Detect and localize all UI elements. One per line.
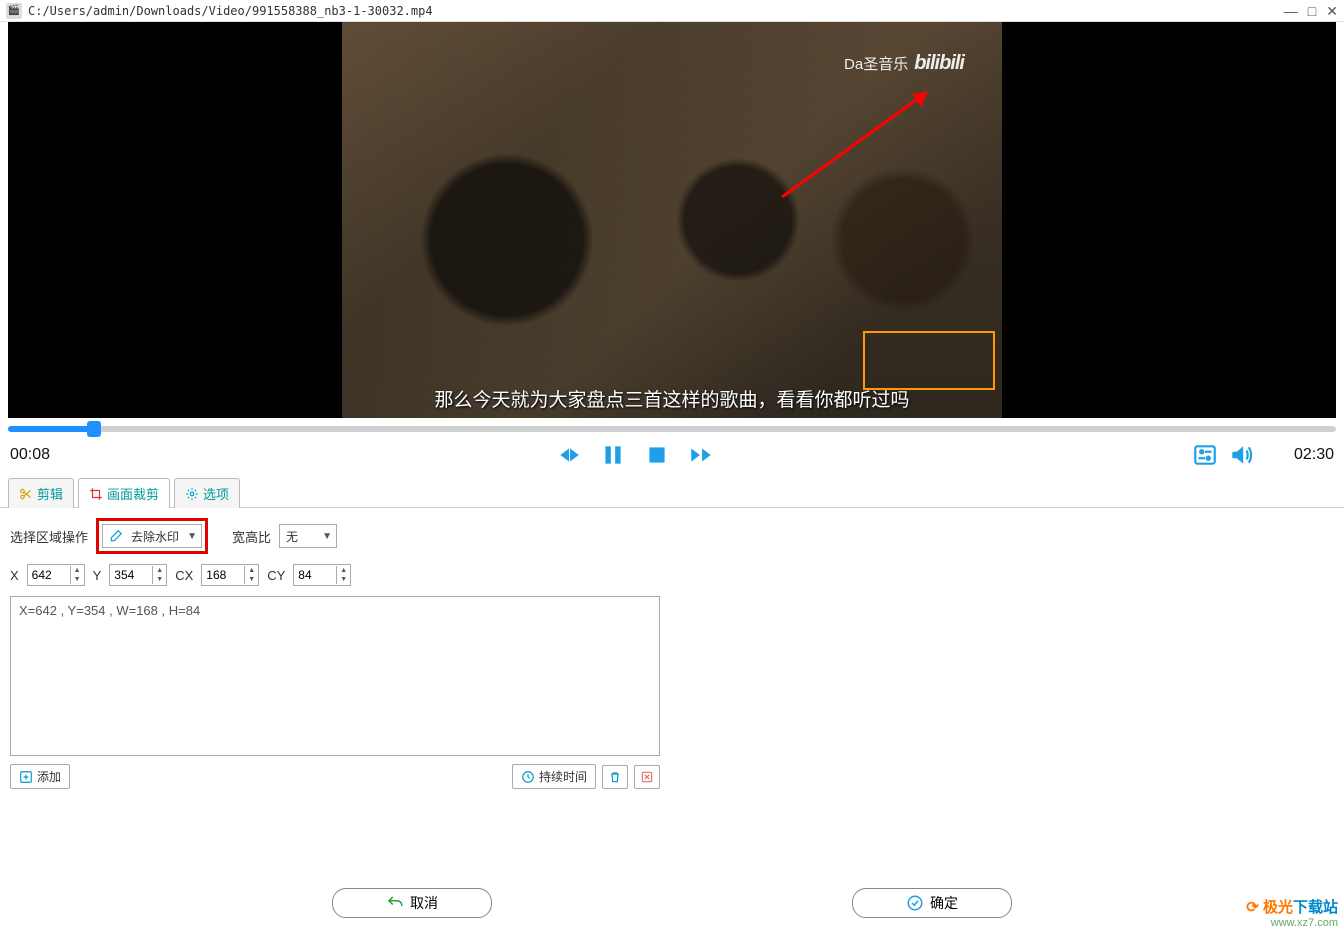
highlight-annotation: 去除水印 ▼	[96, 518, 208, 554]
spinner-down-icon[interactable]: ▼	[71, 575, 84, 584]
spinner-up-icon[interactable]: ▲	[153, 566, 166, 575]
add-icon	[19, 770, 33, 784]
titlebar: 🎬 C:/Users/admin/Downloads/Video/9915583…	[0, 0, 1344, 22]
tabs-bar: 剪辑 画面裁剪 选项	[0, 476, 1344, 508]
y-label: Y	[93, 568, 102, 583]
y-input[interactable]: ▲▼	[109, 564, 167, 586]
add-button[interactable]: 添加	[10, 764, 70, 789]
current-time: 00:08	[10, 446, 90, 464]
progress-thumb[interactable]	[87, 421, 101, 437]
right-controls	[1192, 442, 1254, 468]
spinner-down-icon[interactable]: ▼	[153, 575, 166, 584]
crop-panel: 选择区域操作 去除水印 ▼ 宽高比 无 ▼ X ▲▼ Y ▲▼ CX ▲▼	[0, 508, 1344, 799]
settings-icon[interactable]	[1192, 442, 1218, 468]
ok-label: 确定	[930, 893, 958, 913]
app-icon: 🎬	[6, 3, 22, 19]
cancel-button[interactable]: 取消	[332, 888, 492, 918]
aspect-label: 宽高比	[232, 527, 271, 546]
region-list[interactable]: X=642 , Y=354 , W=168 , H=84	[10, 596, 660, 756]
skip-back-icon[interactable]	[556, 442, 582, 468]
progress-track	[8, 426, 1336, 432]
window-controls: — □ ✕	[1284, 4, 1338, 18]
video-frame: Da圣音乐 bilibili 那么今天就为大家盘点三首这样的歌曲，看看你都听过吗	[342, 22, 1002, 418]
site-url: www.xz7.com	[1246, 917, 1338, 930]
pause-icon[interactable]	[600, 442, 626, 468]
tab-crop-label: 画面裁剪	[107, 484, 159, 503]
tab-crop[interactable]: 画面裁剪	[78, 478, 170, 508]
x-input[interactable]: ▲▼	[27, 564, 85, 586]
region-op-value: 去除水印	[131, 528, 179, 545]
tab-options-label: 选项	[203, 484, 229, 503]
skip-forward-icon[interactable]	[688, 442, 714, 468]
watermark-text: Da圣音乐	[844, 53, 908, 74]
list-actions: 添加 持续时间	[10, 764, 660, 789]
cy-field[interactable]	[294, 565, 336, 585]
aspect-select[interactable]: 无 ▼	[279, 524, 337, 548]
region-op-select[interactable]: 去除水印 ▼	[102, 524, 202, 548]
spinner-down-icon[interactable]: ▼	[245, 575, 258, 584]
spinner-up-icon[interactable]: ▲	[337, 566, 350, 575]
gear-icon	[185, 487, 199, 501]
add-label: 添加	[37, 768, 61, 785]
progress-bar[interactable]	[8, 422, 1336, 436]
spinner-up-icon[interactable]: ▲	[71, 566, 84, 575]
scissors-icon	[19, 487, 33, 501]
y-field[interactable]	[110, 565, 152, 585]
cy-input[interactable]: ▲▼	[293, 564, 351, 586]
chevron-down-icon: ▼	[187, 531, 197, 542]
delete-button[interactable]	[602, 765, 628, 789]
stop-icon[interactable]	[644, 442, 670, 468]
site-watermark: ⟳ 极光下载站 www.xz7.com	[1246, 899, 1338, 930]
cx-field[interactable]	[202, 565, 244, 585]
play-controls	[556, 442, 714, 468]
annotation-arrow-icon	[772, 82, 942, 202]
crop-icon	[89, 487, 103, 501]
window-title: C:/Users/admin/Downloads/Video/991558388…	[28, 4, 1284, 18]
video-watermark: Da圣音乐 bilibili	[844, 52, 964, 75]
x-field[interactable]	[28, 565, 70, 585]
duration-button[interactable]: 持续时间	[512, 764, 596, 789]
watermark-logo: bilibili	[914, 52, 964, 75]
playback-controls-row: 00:08 02:30	[0, 436, 1344, 476]
cx-input[interactable]: ▲▼	[201, 564, 259, 586]
footer-buttons: 取消 确定	[0, 888, 1344, 918]
clear-button[interactable]	[634, 765, 660, 789]
aspect-value: 无	[286, 528, 298, 545]
undo-icon	[386, 894, 404, 912]
cy-label: CY	[267, 568, 285, 583]
clear-icon	[640, 770, 654, 784]
tab-edit[interactable]: 剪辑	[8, 478, 74, 508]
spinner-up-icon[interactable]: ▲	[245, 566, 258, 575]
minimize-button[interactable]: —	[1284, 4, 1298, 18]
region-list-item[interactable]: X=642 , Y=354 , W=168 , H=84	[19, 603, 651, 618]
tab-edit-label: 剪辑	[37, 484, 63, 503]
crop-selection-box[interactable]	[863, 331, 995, 390]
duration-label: 持续时间	[539, 768, 587, 785]
trash-icon	[608, 770, 622, 784]
total-time: 02:30	[1254, 446, 1334, 464]
video-preview[interactable]: Da圣音乐 bilibili 那么今天就为大家盘点三首这样的歌曲，看看你都听过吗	[8, 22, 1336, 418]
site-name-b: 下载站	[1293, 899, 1338, 916]
video-subtitle: 那么今天就为大家盘点三首这样的歌曲，看看你都听过吗	[342, 385, 1002, 412]
cx-label: CX	[175, 568, 193, 583]
progress-fill	[8, 426, 94, 432]
tab-options[interactable]: 选项	[174, 478, 240, 508]
eraser-icon	[109, 529, 123, 543]
cancel-label: 取消	[410, 893, 438, 913]
volume-icon[interactable]	[1228, 442, 1254, 468]
check-icon	[906, 894, 924, 912]
close-button[interactable]: ✕	[1326, 4, 1338, 18]
region-op-label: 选择区域操作	[10, 527, 88, 546]
maximize-button[interactable]: □	[1308, 4, 1316, 18]
ok-button[interactable]: 确定	[852, 888, 1012, 918]
clock-icon	[521, 770, 535, 784]
spinner-down-icon[interactable]: ▼	[337, 575, 350, 584]
chevron-down-icon: ▼	[322, 531, 332, 542]
site-name-a: 极光	[1263, 899, 1293, 916]
x-label: X	[10, 568, 19, 583]
